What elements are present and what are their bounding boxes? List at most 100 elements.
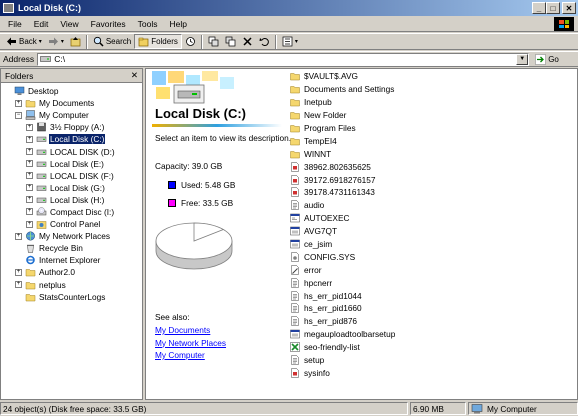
file-item[interactable]: seo-friendly-list <box>290 341 395 354</box>
collapse-icon[interactable]: − <box>15 111 22 119</box>
file-name: hs_err_pid1044 <box>304 290 362 301</box>
file-name: error <box>304 264 322 275</box>
file-item[interactable]: AVG7QT <box>290 225 395 238</box>
copy-to-button[interactable] <box>222 34 239 49</box>
file-item[interactable]: audio <box>290 199 395 212</box>
expand-icon[interactable]: + <box>26 172 33 180</box>
address-dropdown-button[interactable]: ▼ <box>516 53 529 65</box>
menu-view[interactable]: View <box>54 19 84 29</box>
menu-edit[interactable]: Edit <box>28 19 55 29</box>
tree-item-label: 3½ Floppy (A:) <box>50 122 105 133</box>
tree-item[interactable]: + LOCAL DISK (D:) <box>1 145 142 157</box>
expand-icon[interactable]: + <box>26 220 33 228</box>
folders-button[interactable]: Folders <box>134 34 182 49</box>
file-item[interactable]: WINNT <box>290 147 395 160</box>
menu-favorites[interactable]: Favorites <box>85 19 132 29</box>
tree-item[interactable]: + LOCAL DISK (F:) <box>1 170 142 182</box>
tree-item-label: Local Disk (H:) <box>50 194 105 205</box>
file-item[interactable]: Documents and Settings <box>290 83 395 96</box>
move-to-button[interactable] <box>205 34 222 49</box>
folders-panel-close-button[interactable]: ✕ <box>131 70 138 81</box>
link-my-computer[interactable]: My Computer <box>155 350 226 363</box>
menu-help[interactable]: Help <box>163 19 192 29</box>
delete-button[interactable] <box>239 34 256 49</box>
go-button[interactable]: Go <box>535 53 559 65</box>
tree-item[interactable]: + Local Disk (E:) <box>1 158 142 170</box>
expand-icon[interactable]: + <box>15 232 22 240</box>
drive-icon <box>36 149 47 155</box>
menu-tools[interactable]: Tools <box>132 19 164 29</box>
file-item[interactable]: error <box>290 263 395 276</box>
tree-item[interactable]: + Local Disk (G:) <box>1 182 142 194</box>
expand-icon[interactable]: + <box>26 196 33 204</box>
link-my-documents[interactable]: My Documents <box>155 325 226 338</box>
file-item[interactable]: hs_err_pid1660 <box>290 302 395 315</box>
tree-item[interactable]: + Local Disk (H:) <box>1 194 142 206</box>
tree-item[interactable]: Desktop <box>1 85 142 97</box>
tree-item-label: My Documents <box>39 98 95 109</box>
file-item[interactable]: TempEI4 <box>290 134 395 147</box>
tree-item[interactable]: Recycle Bin <box>1 242 142 254</box>
expand-icon[interactable]: + <box>26 208 33 216</box>
file-item[interactable]: AUTOEXEC <box>290 212 395 225</box>
file-name: WINNT <box>304 148 332 159</box>
file-name: AVG7QT <box>304 226 338 237</box>
folder-icon <box>290 138 300 146</box>
tree-item[interactable]: + Compact Disc (I:) <box>1 206 142 218</box>
tree-item[interactable]: Internet Explorer <box>1 254 142 266</box>
file-item[interactable]: setup <box>290 354 395 367</box>
file-item[interactable]: megauploadtoolbarsetup <box>290 328 395 341</box>
expand-icon[interactable]: + <box>26 148 33 156</box>
history-button[interactable] <box>182 34 199 49</box>
file-item[interactable]: Program Files <box>290 122 395 135</box>
tree-item-label: netplus <box>39 279 66 290</box>
views-button[interactable]: ▾ <box>279 34 301 49</box>
file-item[interactable]: 39172.6918276157 <box>290 173 395 186</box>
file-item[interactable]: New Folder <box>290 109 395 122</box>
text-file-icon <box>291 290 299 301</box>
file-item[interactable]: sysinfo <box>290 366 395 379</box>
expand-icon[interactable]: + <box>26 160 33 168</box>
expand-icon[interactable]: + <box>15 268 22 276</box>
file-item[interactable]: CONFIG.SYS <box>290 250 395 263</box>
file-name: Inetpub <box>304 97 332 108</box>
tree-item[interactable]: StatsCounterLogs <box>1 291 142 303</box>
file-item[interactable]: $VAULT$.AVG <box>290 70 395 83</box>
text-file-icon <box>291 277 299 288</box>
menu-file[interactable]: File <box>2 19 28 29</box>
back-button[interactable]: Back ▾ <box>3 34 45 49</box>
undo-button[interactable] <box>256 34 273 49</box>
close-button[interactable]: ✕ <box>562 2 576 14</box>
file-item[interactable]: hs_err_pid876 <box>290 315 395 328</box>
expand-icon[interactable]: + <box>15 99 22 107</box>
drive-banner-art <box>152 71 234 104</box>
file-item[interactable]: hpcnerr <box>290 276 395 289</box>
tree-item[interactable]: + netplus <box>1 279 142 291</box>
file-item[interactable]: hs_err_pid1044 <box>290 289 395 302</box>
file-item[interactable]: Inetpub <box>290 96 395 109</box>
maximize-button[interactable]: □ <box>546 2 560 14</box>
search-button[interactable]: Search <box>90 34 134 49</box>
file-item[interactable]: 38962.802635625 <box>290 160 395 173</box>
search-label: Search <box>105 37 132 46</box>
tree-item[interactable]: + My Documents <box>1 97 142 109</box>
expand-icon[interactable]: + <box>26 123 33 131</box>
address-field[interactable]: C:\ ▼ <box>37 52 530 66</box>
folder-icon <box>25 269 36 277</box>
up-folder-button[interactable] <box>67 34 84 49</box>
forward-button[interactable]: ▾ <box>45 34 67 49</box>
expand-icon[interactable]: + <box>26 184 33 192</box>
tree-item[interactable]: + My Network Places <box>1 230 142 242</box>
link-my-network-places[interactable]: My Network Places <box>155 338 226 351</box>
tree-item[interactable]: +3½ Floppy (A:) <box>1 121 142 133</box>
tree-item[interactable]: + Local Disk (C:) <box>1 133 142 145</box>
tree-item[interactable]: + Author2.0 <box>1 266 142 278</box>
tree-item[interactable]: − My Computer <box>1 109 142 121</box>
file-item[interactable]: 39178.4731161343 <box>290 186 395 199</box>
tree-item[interactable]: + Control Panel <box>1 218 142 230</box>
expand-icon[interactable]: + <box>26 135 33 143</box>
minimize-button[interactable]: _ <box>532 2 546 14</box>
file-item[interactable]: ce_jsim <box>290 238 395 251</box>
drive-icon <box>36 137 47 143</box>
expand-icon[interactable]: + <box>15 281 22 289</box>
